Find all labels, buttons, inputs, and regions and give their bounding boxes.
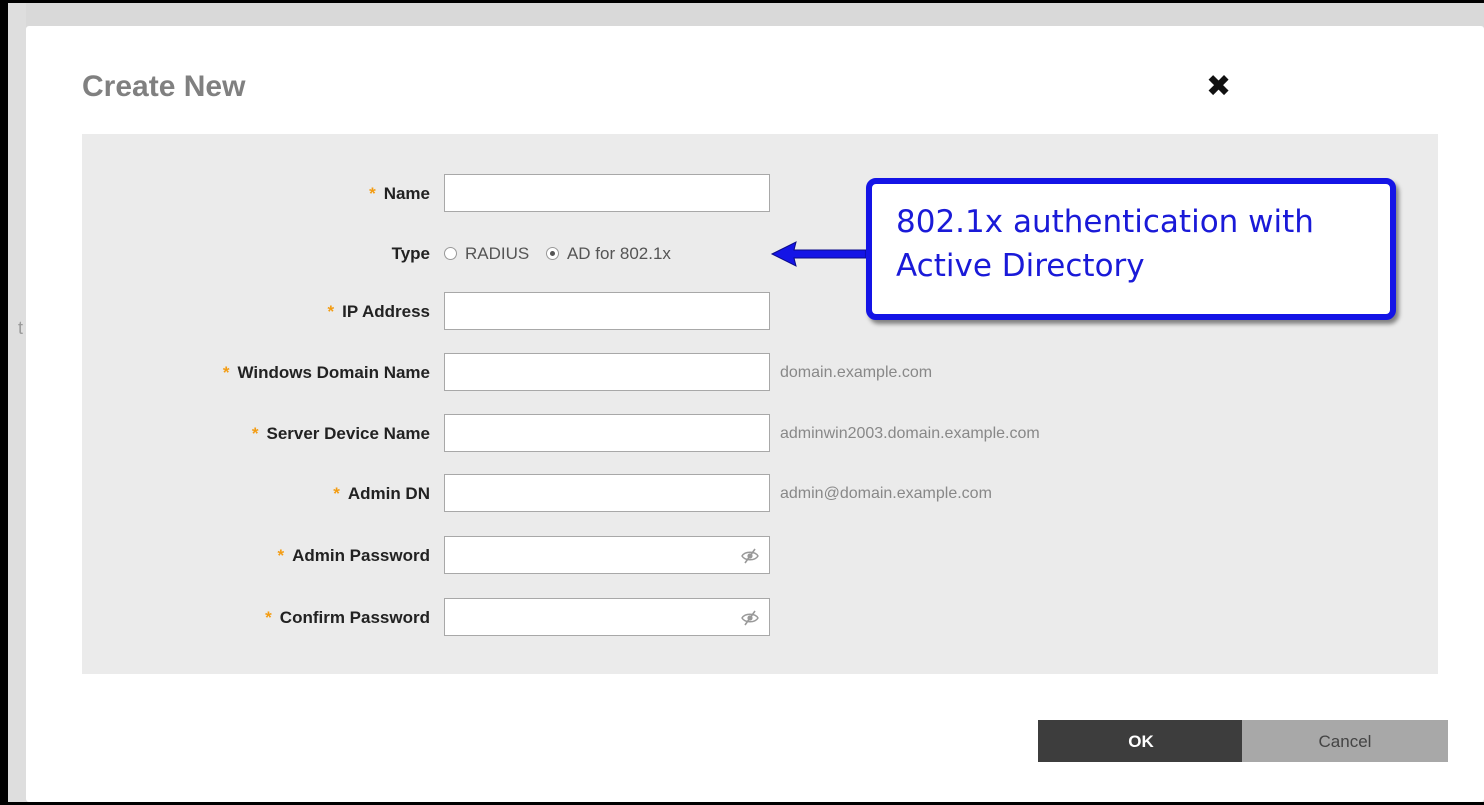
admin-password-input[interactable] [444, 536, 770, 574]
type-label: Type [391, 244, 430, 263]
name-label-text: Name [383, 184, 430, 203]
windows-domain-input[interactable] [444, 353, 770, 391]
server-device-hint: adminwin2003.domain.example.com [780, 425, 1040, 442]
arrow-left-icon [770, 241, 867, 267]
server-device-label-text: Server Device Name [266, 424, 430, 443]
confirm-password-input[interactable] [444, 598, 770, 636]
close-icon[interactable]: ✖ [1206, 72, 1231, 102]
radius-radio[interactable] [444, 247, 457, 260]
admin-dn-input[interactable] [444, 474, 770, 512]
server-device-label: * Server Device Name [252, 414, 430, 454]
admin-dn-label: * Admin DN [333, 474, 430, 514]
admin-dn-label-text: Admin DN [347, 484, 430, 503]
ok-button[interactable]: OK [1038, 720, 1244, 762]
ad-radio[interactable] [545, 247, 559, 260]
ad-radio-label[interactable]: AD for 802.1x [567, 244, 671, 263]
radius-radio-label[interactable]: RADIUS [465, 244, 529, 263]
eye-slash-icon[interactable] [741, 609, 759, 627]
callout-text: 802.1x authentication with Active Direct… [896, 204, 1314, 284]
required-mark: * [222, 363, 230, 382]
dialog-title: Create New [82, 70, 246, 103]
required-mark: * [265, 608, 272, 627]
windows-domain-label: * Windows Domain Name [223, 353, 430, 393]
ip-address-label: * IP Address [328, 292, 431, 332]
required-mark: * [369, 184, 376, 203]
confirm-password-row: * Confirm Password [82, 598, 1438, 638]
windows-domain-hint: domain.example.com [780, 364, 933, 381]
ip-address-input[interactable] [444, 292, 770, 330]
required-mark: * [251, 424, 259, 443]
name-label: * Name [369, 174, 430, 214]
type-radio-group: RADIUS AD for 802.1x [444, 234, 683, 274]
ip-address-label-text: IP Address [342, 302, 430, 321]
background-page [8, 3, 26, 802]
admin-dn-row: * Admin DN admin@domain.example.com [82, 474, 1438, 514]
server-device-row: * Server Device Name adminwin2003.domain.… [82, 414, 1438, 454]
background-text: t [18, 318, 24, 338]
cancel-button[interactable]: Cancel [1242, 720, 1448, 762]
admin-dn-hint: admin@domain.example.com [780, 485, 992, 502]
required-mark: * [277, 546, 285, 565]
confirm-password-label-text: Confirm Password [279, 608, 430, 627]
admin-password-label: * Admin Password [277, 536, 430, 576]
eye-slash-icon[interactable] [741, 547, 759, 565]
windows-domain-row: * Windows Domain Name domain.example.com [82, 353, 1438, 393]
admin-password-label-text: Admin Password [292, 546, 430, 565]
confirm-password-label: * Confirm Password [265, 598, 430, 638]
required-mark: * [327, 302, 335, 321]
annotation-callout: 802.1x authentication with Active Direct… [866, 178, 1396, 320]
server-device-input[interactable] [444, 414, 770, 452]
required-mark: * [333, 484, 340, 503]
windows-domain-label-text: Windows Domain Name [237, 363, 430, 382]
admin-password-row: * Admin Password [82, 536, 1438, 576]
name-input[interactable] [444, 174, 770, 212]
create-new-dialog: Create New ✖ * Name Type RADIUS AD for 80… [26, 26, 1484, 802]
